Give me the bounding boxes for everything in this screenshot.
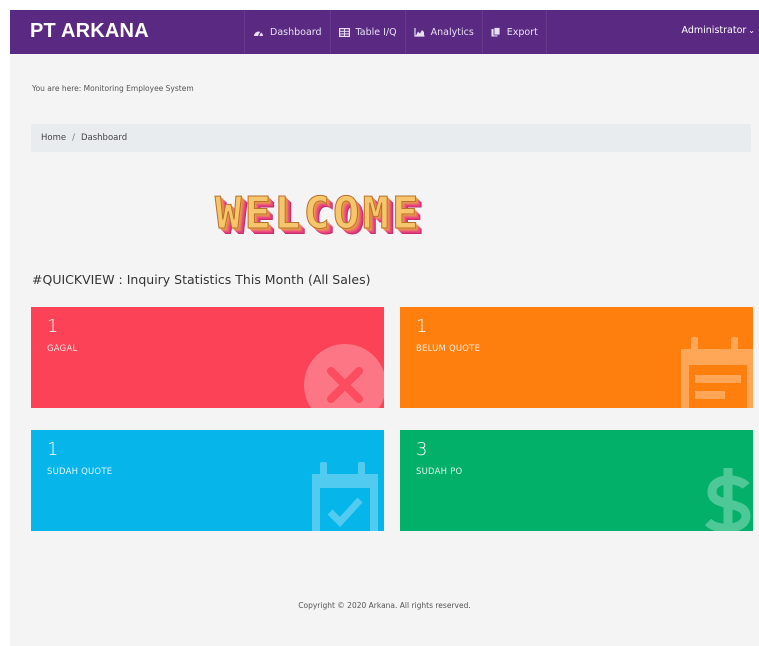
main-nav: Dashboard Table I/Q Analytics Export [244, 10, 547, 54]
nav-export-label: Export [506, 26, 538, 38]
stat-card-sudah-quote[interactable]: 1 SUDAH QUOTE [31, 430, 384, 531]
dashboard-icon [253, 27, 264, 37]
nav-table-iq-label: Table I/Q [355, 26, 397, 38]
nav-export[interactable]: Export [481, 10, 547, 54]
quickview-title: #QUICKVIEW : Inquiry Statistics This Mon… [32, 272, 371, 287]
stat-label: GAGAL [47, 344, 78, 354]
breadcrumb-separator: / [72, 133, 75, 143]
stat-card-belum-quote[interactable]: 1 BELUM QUOTE [400, 307, 753, 408]
nav-dashboard[interactable]: Dashboard [244, 10, 330, 54]
breadcrumb-current: Dashboard [80, 133, 128, 143]
breadcrumb: Home / Dashboard [31, 124, 751, 152]
stat-card-gagal[interactable]: 1 GAGAL [31, 307, 384, 408]
calendar-list-icon [681, 337, 753, 408]
location-prefix: You are here: [32, 84, 82, 93]
chevron-down-icon: ⌄ [748, 26, 755, 35]
stat-count: 3 [416, 439, 428, 460]
file-export-icon [491, 27, 501, 37]
close-circle-icon [304, 344, 384, 408]
stat-count: 1 [47, 316, 59, 337]
area-chart-icon [414, 27, 425, 37]
page-frame: PT ARKANA Dashboard Table I/Q Analytics … [10, 10, 759, 646]
stat-card-sudah-po[interactable]: 3 SUDAH PO [400, 430, 753, 531]
calendar-check-icon [312, 462, 378, 531]
user-name: Administrator [681, 25, 747, 36]
dollar-icon [704, 468, 751, 531]
table-icon [338, 27, 350, 37]
breadcrumb-home[interactable]: Home [41, 133, 66, 143]
nav-table-iq[interactable]: Table I/Q [329, 10, 405, 54]
user-menu[interactable]: Administrator ⌄ [682, 25, 755, 36]
location-value: Monitoring Employee System [83, 84, 194, 93]
nav-analytics[interactable]: Analytics [404, 10, 482, 54]
stat-label: SUDAH PO [416, 467, 463, 477]
stat-label: SUDAH QUOTE [47, 467, 113, 477]
nav-dashboard-label: Dashboard [270, 26, 322, 38]
stat-count: 1 [47, 439, 59, 460]
location-indicator: You are here: Monitoring Employee System [32, 84, 194, 93]
top-navbar: PT ARKANA Dashboard Table I/Q Analytics … [10, 10, 759, 54]
stat-label: BELUM QUOTE [416, 344, 481, 354]
welcome-banner: WELCOME [214, 188, 422, 240]
stat-count: 1 [416, 316, 428, 337]
footer-copyright: Copyright © 2020 Arkana. All rights rese… [298, 601, 471, 610]
brand-logo[interactable]: PT ARKANA [30, 20, 149, 43]
nav-analytics-label: Analytics [430, 26, 474, 38]
